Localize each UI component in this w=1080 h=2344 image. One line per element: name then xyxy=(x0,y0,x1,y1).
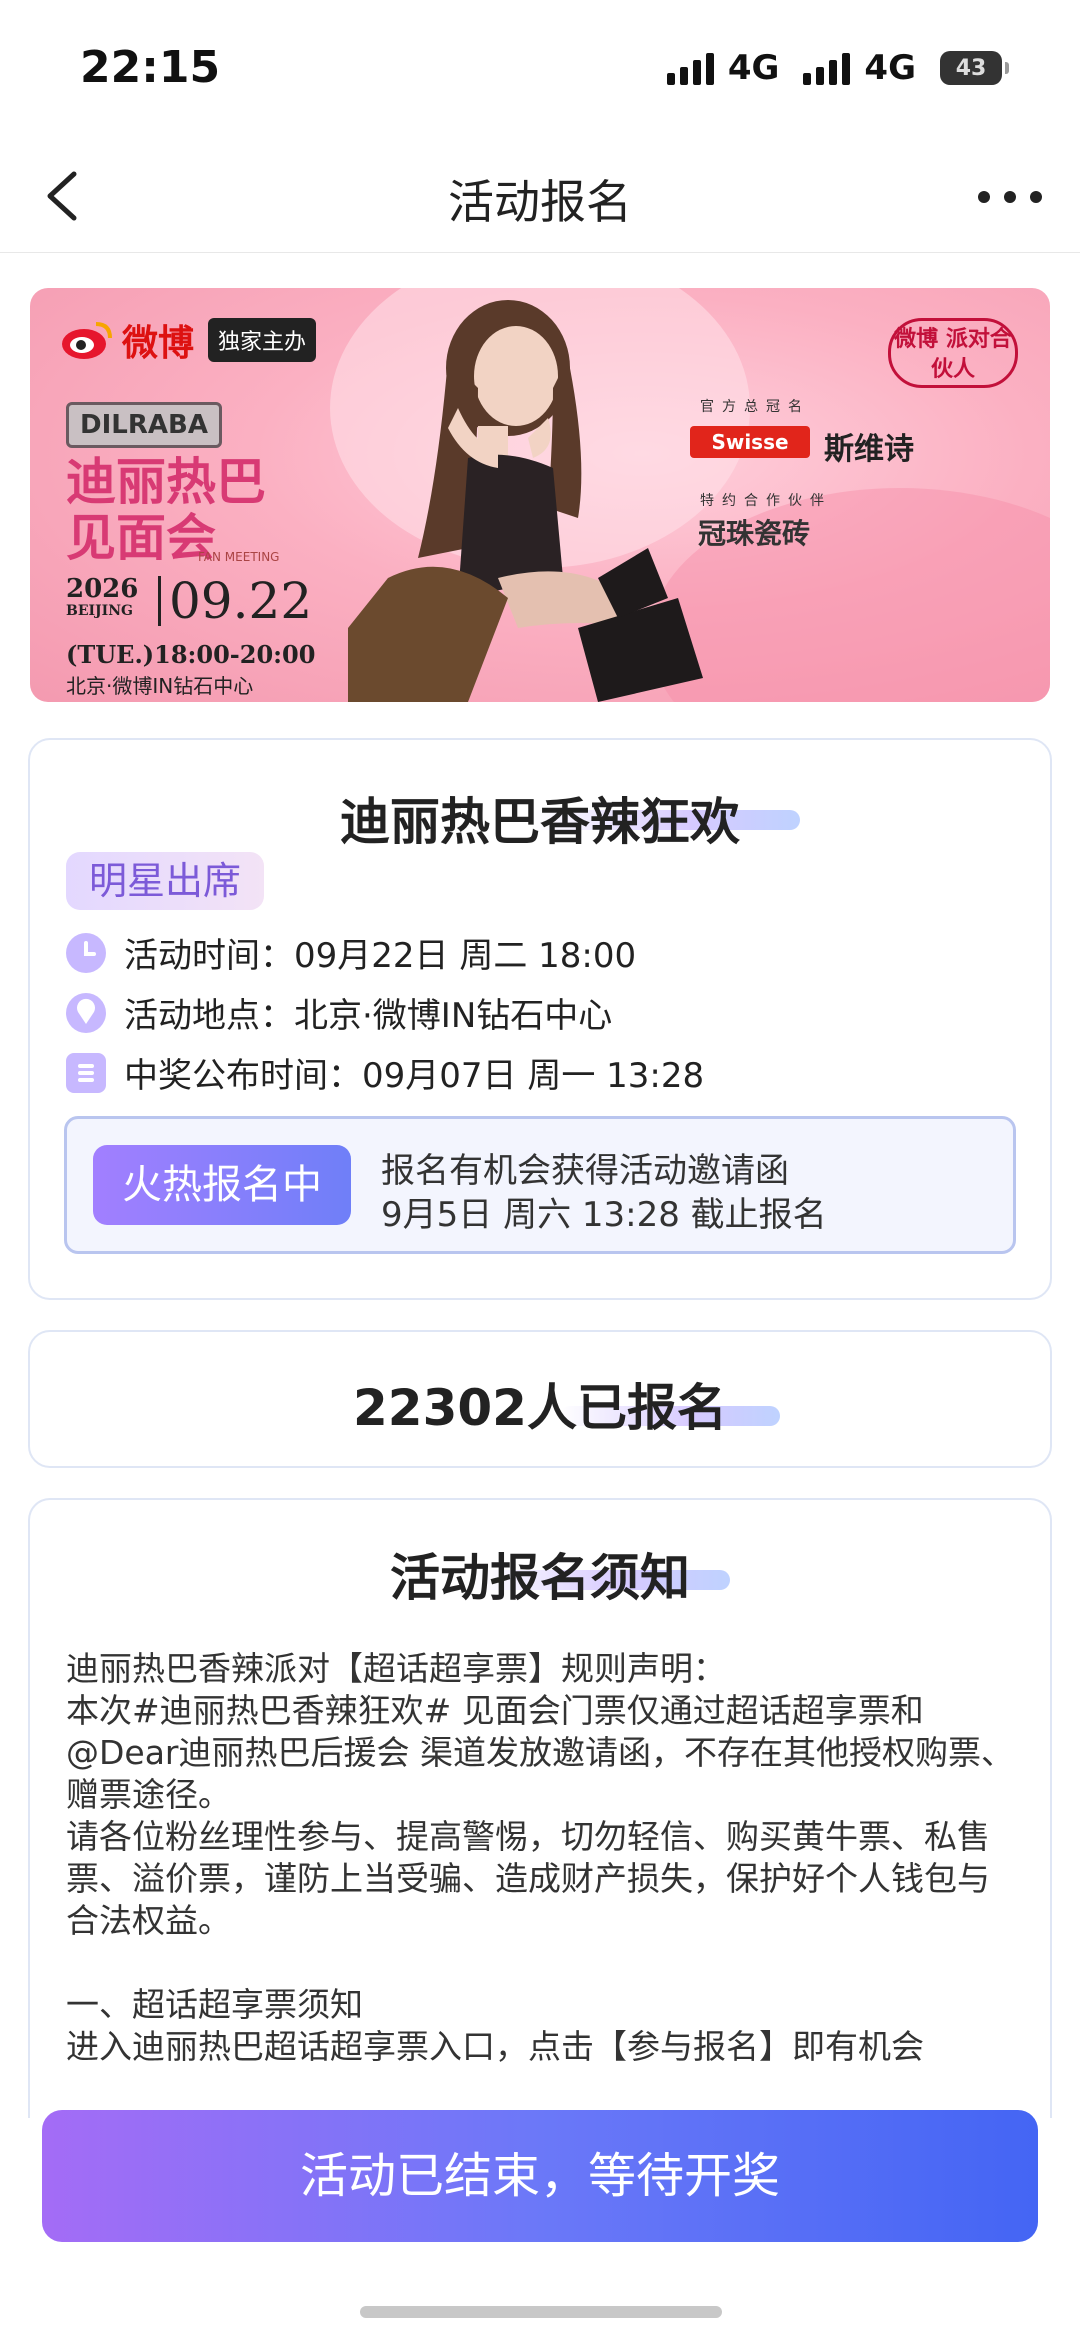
event-time-row: 活动时间： 09月22日 周二 18:00 xyxy=(66,928,636,977)
fan-meeting-label: FAN MEETING xyxy=(198,550,280,564)
banner-venue: 北京·微博IN钻石中心 xyxy=(66,674,254,698)
banner-city-en: BEIJING xyxy=(66,603,133,619)
event-time-value: 09月22日 周二 18:00 xyxy=(294,936,637,976)
partner-name: 冠珠瓷砖 xyxy=(698,517,811,550)
battery-level: 43 xyxy=(955,55,987,81)
network-type-label: 4G xyxy=(727,48,780,88)
party-partner-logo: 微博 派对合伙人 xyxy=(888,318,1018,388)
battery-icon: 43 xyxy=(940,51,1009,85)
location-pin-icon xyxy=(66,992,106,1033)
page-title: 活动报名 xyxy=(448,175,632,229)
result-time-value: 09月07日 周一 13:28 xyxy=(362,1056,705,1096)
hot-registration-button[interactable]: 火热报名中 xyxy=(93,1145,351,1225)
partner-title: 特约合作伙伴 xyxy=(700,493,832,509)
banner-date: 09.22 xyxy=(158,576,312,626)
swisse-logo: Swisse xyxy=(690,426,810,458)
banner-year: 2026 BEIJING xyxy=(66,574,139,622)
event-title: 迪丽热巴香辣狂欢 xyxy=(340,793,740,851)
status-bar: 22:15 4G 4G 43 xyxy=(0,0,1080,140)
weibo-wordmark: 微博 xyxy=(122,322,195,364)
nav-bar: 活动报名 xyxy=(0,140,1080,253)
banner-time: (TUE.)18:00-20:00 xyxy=(66,640,316,669)
dilraba-badge: DILRABA xyxy=(66,402,222,448)
banner-year-number: 2026 xyxy=(66,574,139,604)
event-time-label: 活动时间： xyxy=(124,936,294,976)
notice-card: 活动报名须知 迪丽热巴香辣派对【超话超享票】规则声明： 本次#迪丽热巴香辣狂欢#… xyxy=(28,1498,1052,2118)
star-attend-tag: 明星出席 xyxy=(66,852,264,910)
sponsor-title: 官方总冠名 xyxy=(700,399,810,415)
event-place-row: 活动地点： 北京·微博IN钻石中心 xyxy=(66,988,612,1037)
event-place-value: 北京·微博IN钻石中心 xyxy=(294,996,613,1036)
notice-title: 活动报名须知 xyxy=(390,1549,690,1607)
status-icons: 4G 4G 43 xyxy=(666,48,1009,88)
clock-icon xyxy=(66,932,106,973)
status-time: 22:15 xyxy=(80,42,221,93)
weibo-eye-icon xyxy=(62,322,112,359)
exclusive-host-badge: 独家主办 xyxy=(208,318,317,362)
weibo-logo: 微博 独家主办 xyxy=(60,314,317,366)
signal-icon xyxy=(666,51,714,85)
event-ended-button[interactable]: 活动已结束，等待开奖 xyxy=(42,2110,1038,2242)
signal-icon xyxy=(803,51,851,85)
more-dots-icon[interactable] xyxy=(970,172,1050,222)
announcement-icon xyxy=(66,1052,106,1093)
notice-body: 迪丽热巴香辣派对【超话超享票】规则声明： 本次#迪丽热巴香辣狂欢# 见面会门票仅… xyxy=(66,1649,1014,2066)
registration-count: 22302人已报名 xyxy=(353,1379,727,1437)
network-type-label: 4G xyxy=(864,48,916,88)
result-time-label: 中奖公布时间： xyxy=(124,1056,362,1096)
event-place-label: 活动地点： xyxy=(124,996,294,1036)
registration-benefit-text: 报名有机会获得活动邀请函 xyxy=(381,1151,789,1191)
registration-count-card: 22302人已报名 xyxy=(28,1330,1052,1468)
swisse-cn-name: 斯维诗 xyxy=(824,432,914,467)
registration-status-box: 火热报名中 报名有机会获得活动邀请函 9月5日 周六 13:28 截止报名 xyxy=(64,1116,1016,1254)
banner-event-name-line1: 迪丽热巴 xyxy=(66,452,266,511)
result-time-row: 中奖公布时间： 09月07日 周一 13:28 xyxy=(66,1048,704,1097)
event-info-card: 迪丽热巴香辣狂欢 明星出席 活动时间： 09月22日 周二 18:00 活动地点… xyxy=(28,738,1052,1300)
star-portrait xyxy=(348,300,703,702)
registration-deadline-text: 9月5日 周六 13:28 截止报名 xyxy=(381,1195,827,1235)
event-banner[interactable]: 微博 独家主办 DILRABA 迪丽热巴 见面会 FAN MEETING 202… xyxy=(30,288,1050,702)
home-indicator[interactable] xyxy=(360,2306,722,2318)
